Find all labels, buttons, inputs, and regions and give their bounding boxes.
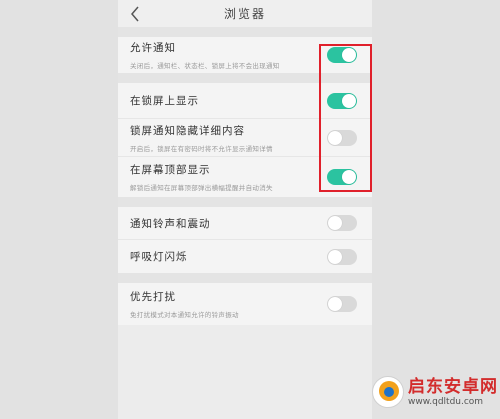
setting-label: 在锁屏上显示 — [130, 95, 199, 107]
watermark-text: 启东安卓网 www.qdltdu.com — [408, 377, 498, 408]
toggle-knob — [328, 297, 342, 311]
section-divider — [118, 27, 372, 37]
header-bar: 浏览器 — [118, 0, 372, 27]
setting-description: 开启后，锁屏在有密码时将不允许显示通知详情 — [130, 144, 273, 153]
toggle-knob — [328, 249, 342, 264]
setting-label: 允许通知 — [130, 42, 176, 54]
back-button[interactable] — [130, 4, 146, 24]
page-title: 浏览器 — [223, 7, 266, 21]
settings-group-sound: 通知铃声和震动 呼吸灯闪烁 — [118, 207, 372, 273]
setting-label: 优先打扰 — [130, 291, 176, 303]
priority-interrupt-toggle[interactable] — [327, 296, 357, 312]
setting-label: 在屏幕顶部显示 — [130, 164, 211, 176]
setting-label: 通知铃声和震动 — [130, 217, 211, 230]
watermark: 启东安卓网 www.qdltdu.com — [372, 376, 498, 408]
toggle-knob — [328, 216, 342, 230]
chevron-left-icon — [131, 6, 139, 22]
setting-description: 解锁后通知在屏幕顶部弹出横幅提醒并自动消失 — [130, 184, 273, 192]
setting-priority-interrupt[interactable]: 优先打扰 免打扰模式对本通知允许的铃声振动 — [118, 283, 372, 325]
settings-group-priority: 优先打扰 免打扰模式对本通知允许的铃声振动 — [118, 283, 372, 325]
watermark-name: 启东安卓网 — [408, 376, 498, 397]
section-divider — [118, 197, 372, 207]
setting-breathing-light[interactable]: 呼吸灯闪烁 — [118, 240, 372, 273]
setting-sound-vibration[interactable]: 通知铃声和震动 — [118, 207, 372, 240]
setting-description: 免打扰模式对本通知允许的铃声振动 — [130, 311, 239, 319]
sound-vibration-toggle[interactable] — [327, 215, 357, 231]
left-backdrop — [0, 0, 120, 419]
annotation-highlight-box — [319, 44, 372, 192]
breathing-light-toggle[interactable] — [327, 248, 357, 265]
setting-label: 锁屏通知隐藏详细内容 — [130, 124, 245, 137]
right-backdrop — [370, 0, 500, 419]
watermark-url: www.qdltdu.com — [408, 396, 484, 407]
setting-description: 关闭后，通知栏、状态栏、锁屏上将不会出现通知 — [130, 62, 280, 70]
watermark-logo-icon — [372, 376, 404, 408]
section-divider — [118, 273, 372, 283]
setting-label: 呼吸灯闪烁 — [130, 251, 188, 263]
